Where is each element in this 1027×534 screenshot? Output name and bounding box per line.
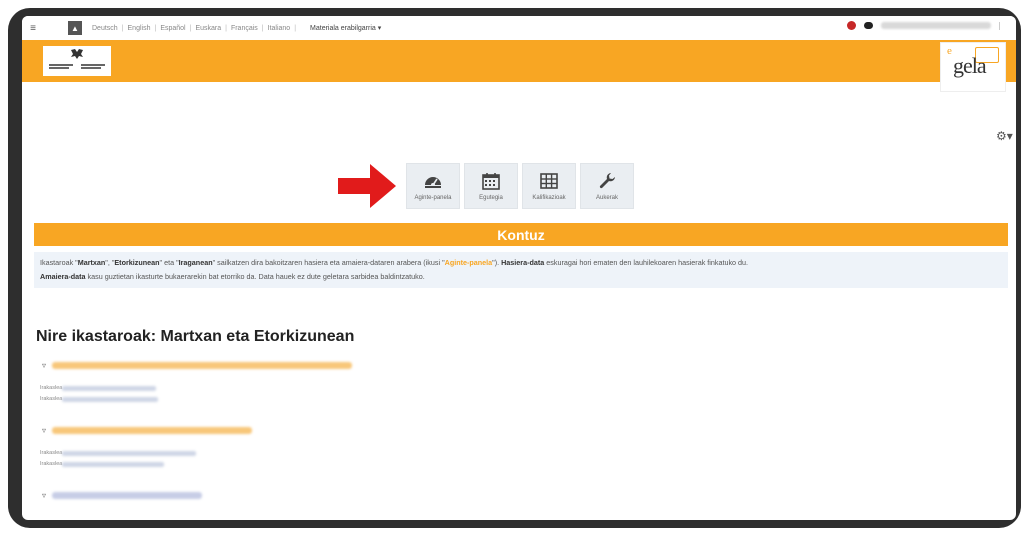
course-title-blurred[interactable] [52,492,203,499]
course-link[interactable]: ▿ [42,491,203,500]
site-header: e gela [22,40,1016,92]
preferences-label: Aukerak [595,195,618,201]
teacher-label: Irakaslea [40,450,63,456]
teacher-row: Irakaslea [40,396,352,402]
user-area [847,21,1004,30]
grades-label: Kalifikazioak [532,195,566,201]
grades-table-icon [540,173,558,189]
top-navbar: ≡ ▲ Deutsch | English | Español | Euskara | … [22,16,1016,41]
grades-button[interactable]: Kalifikazioak [522,163,576,209]
course-link[interactable]: ▿ [42,361,353,370]
teacher-label: Irakaslea [40,385,63,391]
teacher-label: Irakaslea [40,461,63,467]
egela-logo[interactable]: e gela [940,42,1006,92]
kontuz-message: Ikastaroak "Martxan", "Etorkizunean" eta… [34,252,1008,288]
teacher-name-blurred[interactable] [62,450,196,456]
teacher-row: Irakaslea [40,385,352,391]
user-name-blurred[interactable] [881,22,991,29]
caret-icon: ▿ [42,361,47,370]
course-item: ▿ [42,491,203,500]
egela-logo-text: gela [953,53,987,78]
gear-icon[interactable]: ⚙▾ [996,129,1013,143]
logo-caption-left [49,64,77,69]
hamburger-menu-icon[interactable]: ≡ [22,23,44,34]
dashboard-button[interactable]: Aginte-panela [406,163,460,209]
language-link[interactable]: Español [156,25,189,32]
notification-bell-icon[interactable] [847,21,856,30]
course-title-blurred[interactable] [52,362,353,369]
device-frame: ≡ ▲ Deutsch | English | Español | Euskara | … [0,0,1027,534]
course-link[interactable]: ▿ [42,426,253,435]
wrench-icon [599,173,615,189]
messages-icon[interactable] [864,22,873,29]
logo-caption-right [81,64,109,69]
course-item: ▿ Irakaslea Irakaslea [40,361,353,402]
kontuz-banner: Kontuz [34,223,1008,246]
user-menu-toggle[interactable] [999,21,1004,30]
calendar-icon [482,173,500,190]
university-emblem-icon [71,49,83,59]
language-link[interactable]: Deutsch [88,25,122,32]
language-link[interactable]: Italiano [264,25,295,32]
egela-logo-prefix: e [947,45,952,57]
dashboard-link[interactable]: Aginte-panela [445,258,493,267]
dashboard-label: Aginte-panela [414,195,452,201]
screen: ≡ ▲ Deutsch | English | Español | Euskara | … [22,16,1016,520]
teacher-row: Irakaslea [40,461,252,467]
teacher-name-blurred[interactable] [62,396,158,402]
language-link[interactable]: English [124,25,155,32]
materials-menu[interactable]: Materiala erabilgarria ▾ [310,24,381,32]
course-title-blurred[interactable] [52,427,253,434]
quick-links-bar: Aginte-panela Egutegia Kalifikazioak Auk… [406,163,634,209]
dashboard-icon [425,177,441,188]
caret-icon: ▿ [42,491,47,500]
teacher-name-blurred[interactable] [62,461,164,467]
user-icon[interactable]: ▲ [68,21,82,35]
red-arrow-icon [338,164,396,208]
caret-icon: ▿ [42,426,47,435]
calendar-button[interactable]: Egutegia [464,163,518,209]
page-title: Nire ikastaroak: Martxan eta Etorkizunea… [36,328,355,345]
language-link[interactable]: Français [227,25,262,32]
course-item: ▿ Irakaslea Irakaslea [40,426,253,467]
preferences-button[interactable]: Aukerak [580,163,634,209]
teacher-label: Irakaslea [40,396,63,402]
teacher-row: Irakaslea [40,450,252,456]
language-link[interactable]: Euskara [191,25,225,32]
teacher-name-blurred[interactable] [62,385,156,391]
calendar-label: Egutegia [479,195,503,201]
university-logo[interactable] [43,46,111,76]
